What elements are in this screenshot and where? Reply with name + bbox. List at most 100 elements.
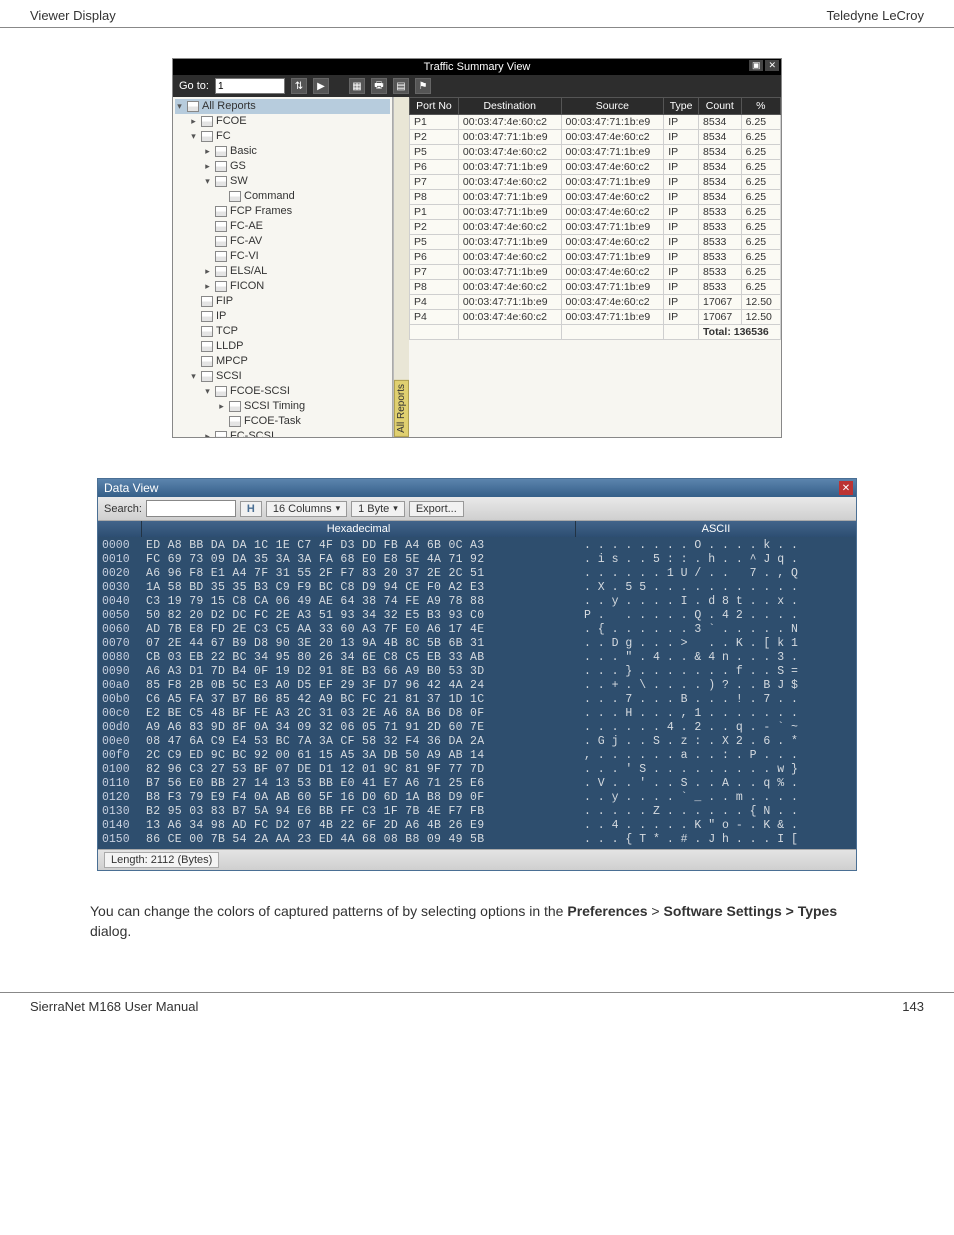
disclosure-icon[interactable]: ▾ xyxy=(189,129,198,144)
tree-item[interactable]: FIP xyxy=(175,294,390,309)
hex-row[interactable]: 00301A 58 BD 35 35 B3 C9 F9 BC C8 D9 94 … xyxy=(98,581,856,595)
hex-row[interactable]: 00e008 47 6A C9 E4 53 BC 7A 3A CF 58 32 … xyxy=(98,735,856,749)
table-row[interactable]: P500:03:47:4e:60:c200:03:47:71:1b:e9IP85… xyxy=(410,145,781,160)
tree-item[interactable]: TCP xyxy=(175,324,390,339)
disclosure-icon[interactable]: ▸ xyxy=(217,399,226,414)
hex-row[interactable]: 0040C3 19 79 15 C8 CA 06 49 AE 64 38 74 … xyxy=(98,595,856,609)
hex-toggle-button[interactable]: H xyxy=(240,501,262,517)
hex-row[interactable]: 00f02C C9 ED 9C BC 92 00 61 15 A5 3A DB … xyxy=(98,749,856,763)
tree-item[interactable]: LLDP xyxy=(175,339,390,354)
goto-play-icon[interactable]: ▶ xyxy=(313,78,329,94)
hex-bytes: 50 82 20 D2 DC FC 2E A3 51 93 34 32 E5 B… xyxy=(142,609,576,623)
table-row[interactable]: P200:03:47:71:1b:e900:03:47:4e:60:c2IP85… xyxy=(410,130,781,145)
hex-row[interactable]: 0000ED A8 BB DA DA 1C 1E C7 4F D3 DD FB … xyxy=(98,539,856,553)
disclosure-icon[interactable]: ▸ xyxy=(203,279,212,294)
hex-row[interactable]: 0110B7 56 E0 BB 27 14 13 53 BB E0 41 E7 … xyxy=(98,777,856,791)
export-button[interactable]: Export... xyxy=(409,501,464,517)
hex-row[interactable]: 0080CB 03 EB 22 BC 34 95 80 26 34 6E C8 … xyxy=(98,651,856,665)
tree-item[interactable]: FCOE-Task xyxy=(175,414,390,429)
toolbar-grid-icon[interactable]: ▤ xyxy=(393,78,409,94)
grid-header-cell[interactable]: Type xyxy=(664,98,699,115)
grid-header-cell[interactable]: Source xyxy=(561,98,664,115)
grid-header-cell[interactable]: Count xyxy=(699,98,742,115)
table-row[interactable]: P700:03:47:4e:60:c200:03:47:71:1b:e9IP85… xyxy=(410,175,781,190)
grid-header-cell[interactable]: % xyxy=(741,98,780,115)
tree-item[interactable]: ▾FCOE-SCSI xyxy=(175,384,390,399)
tree-item[interactable]: ▾All Reports xyxy=(175,99,390,114)
goto-input[interactable] xyxy=(215,78,285,94)
tree-item[interactable]: ▸FC-SCSI xyxy=(175,429,390,437)
disclosure-icon[interactable]: ▸ xyxy=(189,114,198,129)
table-row[interactable]: P500:03:47:71:1b:e900:03:47:4e:60:c2IP85… xyxy=(410,235,781,250)
summary-grid[interactable]: Port NoDestinationSourceTypeCount% P100:… xyxy=(409,97,781,437)
hex-row[interactable]: 007007 2E 44 67 B9 D8 90 3E 20 13 9A 4B … xyxy=(98,637,856,651)
hex-row[interactable]: 0130B2 95 03 83 B7 5A 94 E6 BB FF C3 1F … xyxy=(98,805,856,819)
hex-row[interactable]: 014013 A6 34 98 AD FC D2 07 4B 22 6F 2D … xyxy=(98,819,856,833)
byte-dropdown[interactable]: 1 Byte xyxy=(351,501,405,517)
tree-item[interactable]: ▾FC xyxy=(175,129,390,144)
tree-item[interactable]: MPCP xyxy=(175,354,390,369)
hex-row[interactable]: 00d0A9 A6 83 9D 8F 0A 34 09 32 06 05 71 … xyxy=(98,721,856,735)
goto-spinner-icon[interactable]: ⇅ xyxy=(291,78,307,94)
window-pin-icon[interactable]: ▣ xyxy=(749,60,764,71)
hex-row[interactable]: 0090A6 A3 D1 7D B4 0F 19 D2 91 8E B3 66 … xyxy=(98,665,856,679)
tree-item[interactable]: ▾SCSI xyxy=(175,369,390,384)
table-row[interactable]: P600:03:47:71:1b:e900:03:47:4e:60:c2IP85… xyxy=(410,160,781,175)
disclosure-icon[interactable]: ▸ xyxy=(203,429,212,437)
table-row[interactable]: P200:03:47:4e:60:c200:03:47:71:1b:e9IP85… xyxy=(410,220,781,235)
grid-total-row: Total: 136536 xyxy=(410,325,781,340)
table-row[interactable]: P400:03:47:4e:60:c200:03:47:71:1b:e9IP17… xyxy=(410,310,781,325)
columns-dropdown[interactable]: 16 Columns xyxy=(266,501,347,517)
tree-item[interactable]: FC-VI xyxy=(175,249,390,264)
hex-row[interactable]: 00c0E2 BE C5 48 BF FE A3 2C 31 03 2E A6 … xyxy=(98,707,856,721)
tree-item[interactable]: ▸FCOE xyxy=(175,114,390,129)
hex-row[interactable]: 015086 CE 00 7B 54 2A AA 23 ED 4A 68 08 … xyxy=(98,833,856,847)
table-row[interactable]: P100:03:47:4e:60:c200:03:47:71:1b:e9IP85… xyxy=(410,115,781,130)
hex-row[interactable]: 005050 82 20 D2 DC FC 2E A3 51 93 34 32 … xyxy=(98,609,856,623)
table-row[interactable]: P400:03:47:71:1b:e900:03:47:4e:60:c2IP17… xyxy=(410,295,781,310)
all-reports-tab[interactable]: All Reports xyxy=(394,380,409,437)
grid-cell: 00:03:47:4e:60:c2 xyxy=(458,310,561,325)
report-tree[interactable]: ▾All Reports▸FCOE▾FC▸Basic▸GS▾SWCommandF… xyxy=(173,97,393,437)
table-row[interactable]: P800:03:47:71:1b:e900:03:47:4e:60:c2IP85… xyxy=(410,190,781,205)
disclosure-icon[interactable]: ▾ xyxy=(203,174,212,189)
grid-cell: 6.25 xyxy=(741,250,780,265)
table-row[interactable]: P100:03:47:71:1b:e900:03:47:4e:60:c2IP85… xyxy=(410,205,781,220)
disclosure-icon[interactable]: ▾ xyxy=(175,99,184,114)
tree-item[interactable]: IP xyxy=(175,309,390,324)
tree-item[interactable]: ▸GS xyxy=(175,159,390,174)
table-row[interactable]: P700:03:47:71:1b:e900:03:47:4e:60:c2IP85… xyxy=(410,265,781,280)
hex-dump-body[interactable]: 0000ED A8 BB DA DA 1C 1E C7 4F D3 DD FB … xyxy=(98,537,856,849)
disclosure-icon[interactable]: ▸ xyxy=(203,264,212,279)
hex-row[interactable]: 0060AD 7B E8 FD 2E C3 C5 AA 33 60 A3 7F … xyxy=(98,623,856,637)
disclosure-icon[interactable]: ▸ xyxy=(203,144,212,159)
tree-item[interactable]: ▸FICON xyxy=(175,279,390,294)
tree-item[interactable]: FC-AE xyxy=(175,219,390,234)
disclosure-icon[interactable]: ▸ xyxy=(203,159,212,174)
tree-item[interactable]: ▸SCSI Timing xyxy=(175,399,390,414)
hex-row[interactable]: 0020A6 96 F8 E1 A4 7F 31 55 2F F7 83 20 … xyxy=(98,567,856,581)
table-row[interactable]: P600:03:47:4e:60:c200:03:47:71:1b:e9IP85… xyxy=(410,250,781,265)
grid-header-cell[interactable]: Destination xyxy=(458,98,561,115)
window-close-icon[interactable]: ✕ xyxy=(765,60,779,71)
disclosure-icon[interactable]: ▾ xyxy=(189,369,198,384)
disclosure-icon[interactable]: ▾ xyxy=(203,384,212,399)
search-input[interactable] xyxy=(146,500,236,517)
hex-row[interactable]: 00a085 F8 2B 0B 5C E3 A0 D5 EF 29 3F D7 … xyxy=(98,679,856,693)
hex-row[interactable]: 0010FC 69 73 09 DA 35 3A 3A FA 68 E0 E8 … xyxy=(98,553,856,567)
tree-item[interactable]: ▸ELS/AL xyxy=(175,264,390,279)
tree-item[interactable]: FC-AV xyxy=(175,234,390,249)
tree-item[interactable]: ▸Basic xyxy=(175,144,390,159)
grid-header-cell[interactable]: Port No xyxy=(410,98,459,115)
tree-item[interactable]: ▾SW xyxy=(175,174,390,189)
toolbar-filter-icon[interactable]: ⚑ xyxy=(415,78,431,94)
toolbar-print-icon[interactable]: 🖶 xyxy=(371,78,387,94)
hex-row[interactable]: 00b0C6 A5 FA 37 B7 B6 85 42 A9 BC FC 21 … xyxy=(98,693,856,707)
toolbar-icon-1[interactable]: ▦ xyxy=(349,78,365,94)
dataview-close-icon[interactable]: ✕ xyxy=(839,481,853,495)
tree-item[interactable]: Command xyxy=(175,189,390,204)
table-row[interactable]: P800:03:47:4e:60:c200:03:47:71:1b:e9IP85… xyxy=(410,280,781,295)
hex-row[interactable]: 010082 96 C3 27 53 BF 07 DE D1 12 01 9C … xyxy=(98,763,856,777)
tree-item[interactable]: FCP Frames xyxy=(175,204,390,219)
hex-row[interactable]: 0120B8 F3 79 E9 F4 0A AB 60 5F 16 D0 6D … xyxy=(98,791,856,805)
